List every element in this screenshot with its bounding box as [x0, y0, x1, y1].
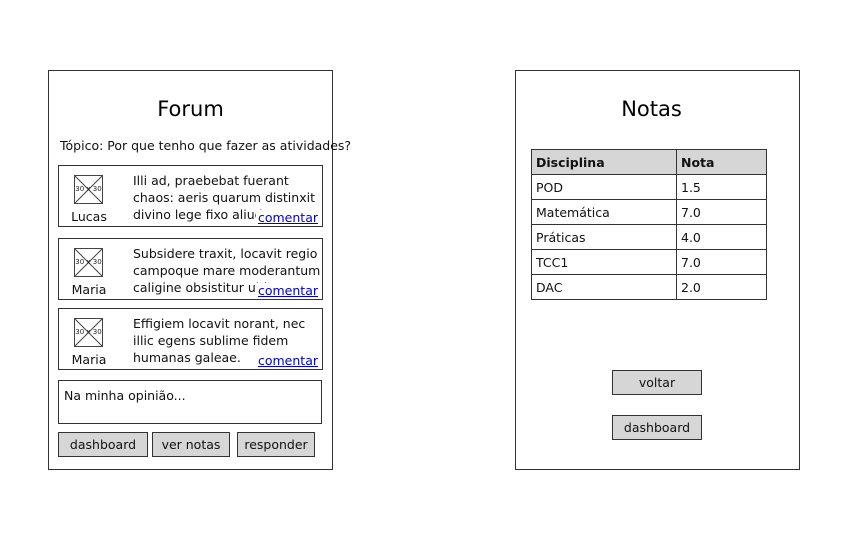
comment-link[interactable]: comentar	[255, 283, 318, 298]
avatar-placeholder-icon: 30 x 30	[74, 175, 103, 204]
forum-post: 30 x 30 Lucas Illi ad, praebebat fuerant…	[58, 165, 323, 227]
forum-post: 30 x 30 Maria Effigiem locavit norant, n…	[58, 308, 323, 370]
table-row: Práticas 4.0	[531, 224, 767, 250]
forum-post: 30 x 30 Maria Subsidere traxit, locavit …	[58, 238, 323, 300]
table-header-row: Disciplina Nota	[531, 149, 767, 175]
nota-cell: 1.5	[676, 174, 767, 200]
avatar-size-label: 30 x 30	[75, 258, 102, 266]
table-row: DAC 2.0	[531, 274, 767, 300]
nota-cell: 7.0	[676, 249, 767, 275]
avatar-size-label: 30 x 30	[75, 328, 102, 336]
dashboard-button[interactable]: dashboard	[58, 432, 148, 457]
grades-table: Disciplina Nota POD 1.5 Matemática 7.0 P…	[531, 149, 767, 300]
avatar-placeholder-icon: 30 x 30	[74, 318, 103, 347]
column-header-nota: Nota	[676, 149, 767, 175]
forum-title: Forum	[157, 97, 224, 121]
post-author: Lucas	[71, 209, 107, 224]
forum-topic: Tópico: Por que tenho que fazer as ativi…	[60, 138, 352, 153]
reply-textarea[interactable]: Na minha opinião...	[58, 380, 322, 424]
responder-button[interactable]: responder	[237, 432, 315, 457]
dashboard-button[interactable]: dashboard	[612, 415, 702, 440]
post-author: Maria	[71, 352, 107, 367]
notas-title: Notas	[621, 97, 682, 121]
table-row: Matemática 7.0	[531, 199, 767, 225]
nota-cell: 7.0	[676, 199, 767, 225]
avatar-size-label: 30 x 30	[75, 185, 102, 193]
forum-panel: Forum Tópico: Por que tenho que fazer as…	[48, 70, 351, 470]
ver-notas-button[interactable]: ver notas	[152, 432, 230, 457]
nota-cell: 2.0	[676, 274, 767, 300]
voltar-button[interactable]: voltar	[612, 370, 702, 395]
disciplina-cell: POD	[531, 174, 677, 200]
comment-link[interactable]: comentar	[255, 353, 318, 368]
nota-cell: 4.0	[676, 224, 767, 250]
disciplina-cell: Matemática	[531, 199, 677, 225]
table-row: POD 1.5	[531, 174, 767, 200]
disciplina-cell: TCC1	[531, 249, 677, 275]
table-row: TCC1 7.0	[531, 249, 767, 275]
post-author: Maria	[71, 282, 107, 297]
disciplina-cell: DAC	[531, 274, 677, 300]
comment-link[interactable]: comentar	[255, 210, 318, 225]
disciplina-cell: Práticas	[531, 224, 677, 250]
column-header-disciplina: Disciplina	[531, 149, 677, 175]
notas-panel: Notas Disciplina Nota POD 1.5 Matemática…	[515, 70, 800, 470]
avatar-placeholder-icon: 30 x 30	[74, 248, 103, 277]
